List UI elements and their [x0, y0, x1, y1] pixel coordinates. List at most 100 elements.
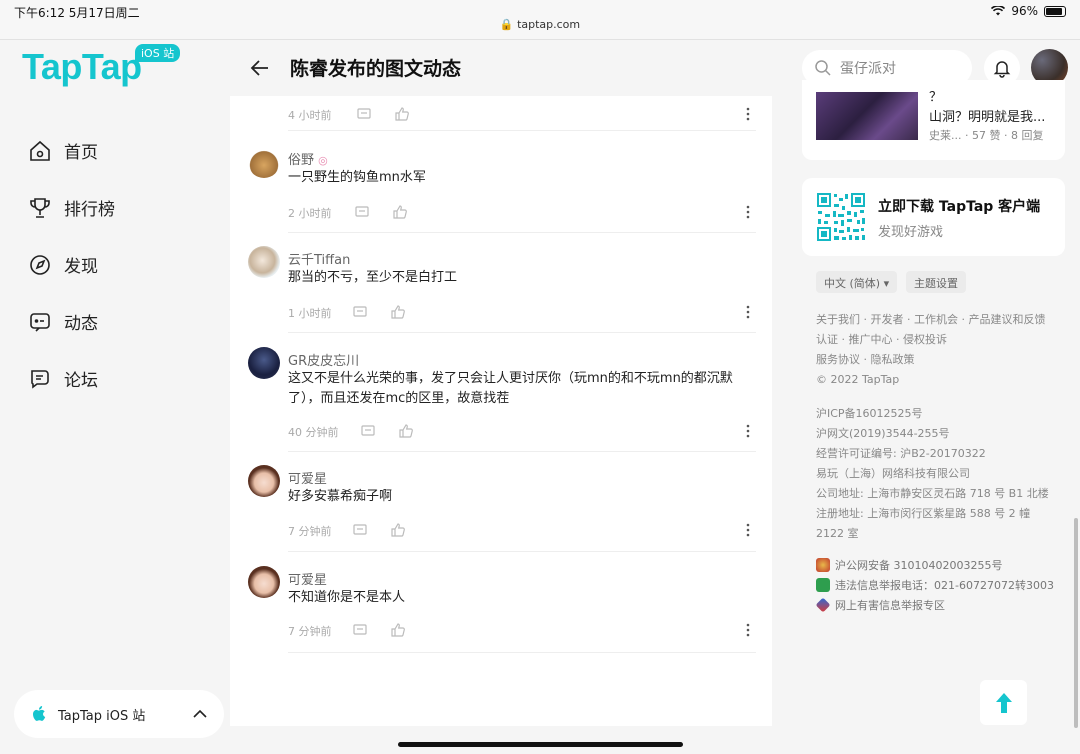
divider	[288, 451, 756, 452]
like-icon[interactable]	[394, 106, 410, 122]
comment-panel: 4 小时前 俗野 ◎ 一只野生的钩鱼mn水军 2 小时前 云千Tiffan 那当…	[230, 96, 772, 726]
avatar[interactable]	[248, 566, 280, 598]
footer-links-2[interactable]: 认证 · 推广中心 · 侵权投诉	[816, 330, 947, 350]
like-icon[interactable]	[392, 204, 408, 220]
comment-time: 1 小时前	[288, 307, 332, 320]
bell-icon	[993, 61, 1011, 78]
sidebar-item-label: 排行榜	[64, 200, 115, 220]
ios-store-label: TapTap iOS 站	[58, 708, 146, 724]
back-arrow-icon[interactable]	[248, 56, 272, 80]
post-meta: 史莱... · 57 赞 · 8 回复	[929, 127, 1043, 143]
report-phone-icon	[816, 578, 830, 592]
ios-store-switch[interactable]: TapTap iOS 站	[14, 690, 224, 738]
comment-text: 一只野生的钩鱼mn水军	[288, 170, 426, 185]
report-zone-text: 网上有害信息举报专区	[835, 599, 945, 612]
theme-settings-button[interactable]: 主题设置	[906, 271, 966, 293]
scrollbar[interactable]	[1074, 518, 1078, 728]
download-title: 立即下载 TapTap 客户端	[878, 199, 1041, 215]
more-options-icon[interactable]	[740, 304, 756, 320]
taptap-logo[interactable]: TapTap	[22, 46, 142, 88]
ios-badge: iOS 站	[135, 44, 181, 62]
registered-address: 注册地址: 上海市闵行区紫星路 588 号 2 幢 2122 室	[816, 507, 1031, 540]
sidebar-item-forum[interactable]: 论坛	[28, 350, 115, 407]
like-icon[interactable]	[390, 622, 406, 638]
comment-meta: 40 分钟前	[288, 421, 756, 441]
trending-post-card[interactable]: ？ 山洞？明明就是我... 史莱... · 57 赞 · 8 回复	[802, 80, 1065, 160]
avatar[interactable]	[248, 347, 280, 379]
sidebar-item-ranking[interactable]: 排行榜	[28, 179, 115, 236]
comment-author[interactable]: 云千Tiffan	[288, 249, 350, 268]
report-phone-text: 违法信息举报电话：021-60727072转3003	[835, 579, 1054, 592]
comment-text: 好多安慕希痴子啊	[288, 489, 393, 504]
reply-icon[interactable]	[352, 304, 368, 320]
search-icon	[815, 60, 831, 76]
page-title: 陈睿发布的图文动态	[290, 58, 462, 80]
back-to-top-button[interactable]	[980, 680, 1027, 725]
post-title-line2: 山洞？明明就是我...	[929, 110, 1046, 125]
sidebar-item-discover[interactable]: 发现	[28, 236, 115, 293]
post-time: 4 小时前	[288, 109, 332, 122]
arrow-up-icon	[995, 692, 1012, 713]
footer-links-1[interactable]: 关于我们 · 开发者 · 工作机会 · 产品建议和反馈	[816, 310, 1045, 330]
comment-time: 7 分钟前	[288, 525, 332, 538]
reply-icon[interactable]	[354, 204, 370, 220]
report-zone[interactable]: 网上有害信息举报专区	[815, 597, 945, 613]
report-zone-icon	[815, 597, 831, 613]
comment-author[interactable]: 俗野 ◎	[288, 149, 328, 168]
forum-icon	[31, 369, 49, 389]
divider	[288, 130, 756, 131]
comment-meta: 1 小时前	[288, 302, 756, 322]
sidebar-item-home[interactable]: 首页	[28, 122, 115, 179]
avatar[interactable]	[248, 465, 280, 497]
status-bar: 下午6:12 5月17日周二 🔒 taptap.com 96%	[0, 0, 1080, 40]
comment-author[interactable]: GR皮皮忘川	[288, 350, 359, 369]
more-options-icon[interactable]	[740, 522, 756, 538]
like-icon[interactable]	[390, 522, 406, 538]
discover-icon	[30, 254, 50, 275]
comment-meta: 2 小时前	[288, 202, 756, 222]
footer-links-3[interactable]: 服务协议 · 隐私政策	[816, 350, 915, 370]
like-icon[interactable]	[390, 304, 406, 320]
status-indicators: 96%	[991, 4, 1066, 18]
police-record[interactable]: 沪公网安备 31010402003255号	[816, 557, 1002, 573]
avatar[interactable]	[248, 146, 280, 178]
police-badge-icon	[816, 558, 830, 572]
url-text: taptap.com	[517, 18, 581, 31]
comment-author[interactable]: 可爱星	[288, 468, 327, 487]
comment-text: 那当的不亏，至少不是白打工	[288, 270, 458, 285]
more-options-icon[interactable]	[740, 423, 756, 439]
more-options-icon[interactable]	[740, 106, 756, 122]
sidebar-nav: 首页 排行榜 发现 动态 论坛	[28, 122, 115, 407]
badge-icon: ◎	[318, 154, 328, 167]
post-stats: · 57 赞 · 8 回复	[965, 129, 1044, 142]
reply-icon[interactable]	[352, 622, 368, 638]
download-subtitle: 发现好游戏	[878, 225, 944, 240]
search-placeholder: 蛋仔派对	[840, 61, 896, 77]
battery-icon	[1044, 5, 1066, 17]
comment-author[interactable]: 可爱星	[288, 569, 327, 588]
sidebar-item-label: 论坛	[64, 371, 98, 391]
sidebar-item-label: 发现	[64, 257, 98, 277]
office-address: 公司地址: 上海市静安区灵石路 718 号 B1 北楼	[816, 487, 1049, 500]
post-meta: 4 小时前	[288, 104, 756, 124]
language-select[interactable]: 中文 (简体) ▾	[816, 271, 898, 293]
report-phone: 违法信息举报电话：021-60727072转3003	[816, 577, 1054, 593]
feed-icon	[30, 312, 50, 332]
more-options-icon[interactable]	[740, 622, 756, 638]
reply-icon[interactable]	[356, 106, 372, 122]
police-record-text: 沪公网安备 31010402003255号	[835, 559, 1003, 572]
divider	[288, 232, 756, 233]
icp-record[interactable]: 沪ICP备16012525号	[816, 404, 923, 424]
reply-icon[interactable]	[352, 522, 368, 538]
reply-icon[interactable]	[360, 423, 376, 439]
apple-icon	[33, 706, 46, 721]
comment-time: 7 分钟前	[288, 625, 332, 638]
download-app-card[interactable]: 立即下载 TapTap 客户端 发现好游戏	[802, 178, 1065, 256]
more-options-icon[interactable]	[740, 204, 756, 220]
url-bar[interactable]: 🔒 taptap.com	[0, 18, 1080, 31]
avatar[interactable]	[248, 246, 280, 278]
like-icon[interactable]	[398, 423, 414, 439]
sidebar-item-feed[interactable]: 动态	[28, 293, 115, 350]
comment-text: 不知道你是不是本人	[288, 590, 406, 605]
home-indicator[interactable]	[398, 742, 683, 747]
